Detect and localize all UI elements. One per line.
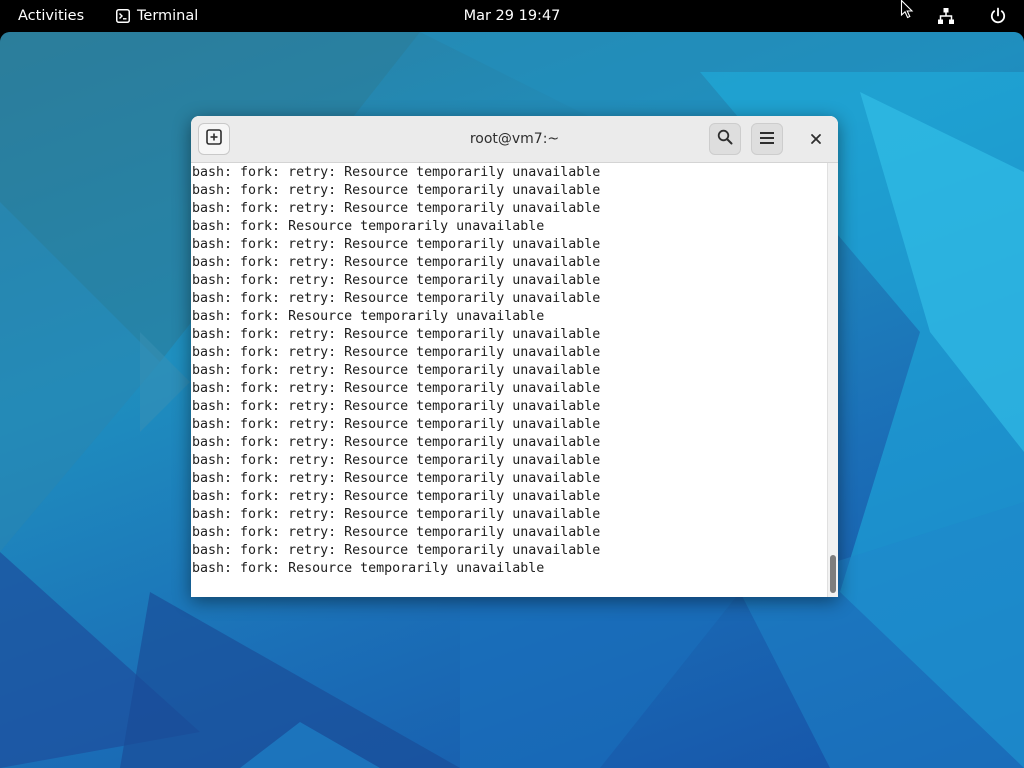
network-wired-icon[interactable] — [937, 7, 955, 25]
terminal-line: bash: fork: retry: Resource temporarily … — [192, 201, 601, 216]
terminal-line: bash: fork: retry: Resource temporarily … — [192, 399, 601, 414]
activities-button[interactable]: Activities — [8, 0, 94, 32]
vertical-scrollbar[interactable] — [827, 163, 838, 597]
terminal-output-area[interactable]: bash: fork: retry: Resource temporarily … — [191, 163, 838, 597]
terminal-line: bash: fork: retry: Resource temporarily … — [192, 525, 601, 540]
menu-button[interactable] — [751, 123, 783, 155]
terminal-line: bash: fork: retry: Resource temporarily … — [192, 165, 601, 180]
terminal-line: bash: fork: retry: Resource temporarily … — [192, 507, 601, 522]
terminal-line: bash: fork: retry: Resource temporarily … — [192, 291, 601, 306]
terminal-line: bash: fork: retry: Resource temporarily … — [192, 381, 601, 396]
close-button[interactable] — [800, 123, 832, 155]
terminal-line: bash: fork: retry: Resource temporarily … — [192, 453, 601, 468]
terminal-line: bash: fork: Resource temporarily unavail… — [192, 561, 545, 576]
terminal-line: bash: fork: retry: Resource temporarily … — [192, 327, 601, 342]
terminal-window: root@vm7:~ bash: fork: retry: Resource t… — [191, 116, 838, 597]
scrollbar-thumb[interactable] — [830, 555, 836, 593]
terminal-output: bash: fork: retry: Resource temporarily … — [192, 164, 600, 578]
app-menu-button[interactable]: Terminal — [110, 0, 204, 32]
terminal-line: bash: fork: retry: Resource temporarily … — [192, 471, 601, 486]
search-icon — [717, 129, 733, 149]
new-tab-icon — [206, 129, 222, 149]
search-button[interactable] — [709, 123, 741, 155]
terminal-line: bash: fork: retry: Resource temporarily … — [192, 255, 601, 270]
terminal-icon — [116, 9, 130, 23]
close-icon — [810, 130, 822, 149]
terminal-line: bash: fork: Resource temporarily unavail… — [192, 219, 545, 234]
terminal-line: bash: fork: Resource temporarily unavail… — [192, 309, 545, 324]
terminal-line: bash: fork: retry: Resource temporarily … — [192, 237, 601, 252]
window-headerbar[interactable]: root@vm7:~ — [191, 116, 838, 163]
app-menu-label: Terminal — [137, 8, 199, 24]
hamburger-menu-icon — [759, 130, 775, 149]
clock-button[interactable]: Mar 29 19:47 — [452, 0, 572, 32]
terminal-line: bash: fork: retry: Resource temporarily … — [192, 435, 601, 450]
power-icon[interactable] — [989, 7, 1007, 25]
terminal-line: bash: fork: retry: Resource temporarily … — [192, 543, 601, 558]
terminal-line: bash: fork: retry: Resource temporarily … — [192, 417, 601, 432]
top-bar: Activities Terminal Mar 29 19:47 — [0, 0, 1024, 32]
terminal-line: bash: fork: retry: Resource temporarily … — [192, 345, 601, 360]
terminal-line: bash: fork: retry: Resource temporarily … — [192, 183, 601, 198]
terminal-line: bash: fork: retry: Resource temporarily … — [192, 273, 601, 288]
terminal-line: bash: fork: retry: Resource temporarily … — [192, 363, 601, 378]
new-tab-button[interactable] — [198, 123, 230, 155]
mouse-pointer-icon — [900, 0, 914, 20]
terminal-line: bash: fork: retry: Resource temporarily … — [192, 489, 601, 504]
